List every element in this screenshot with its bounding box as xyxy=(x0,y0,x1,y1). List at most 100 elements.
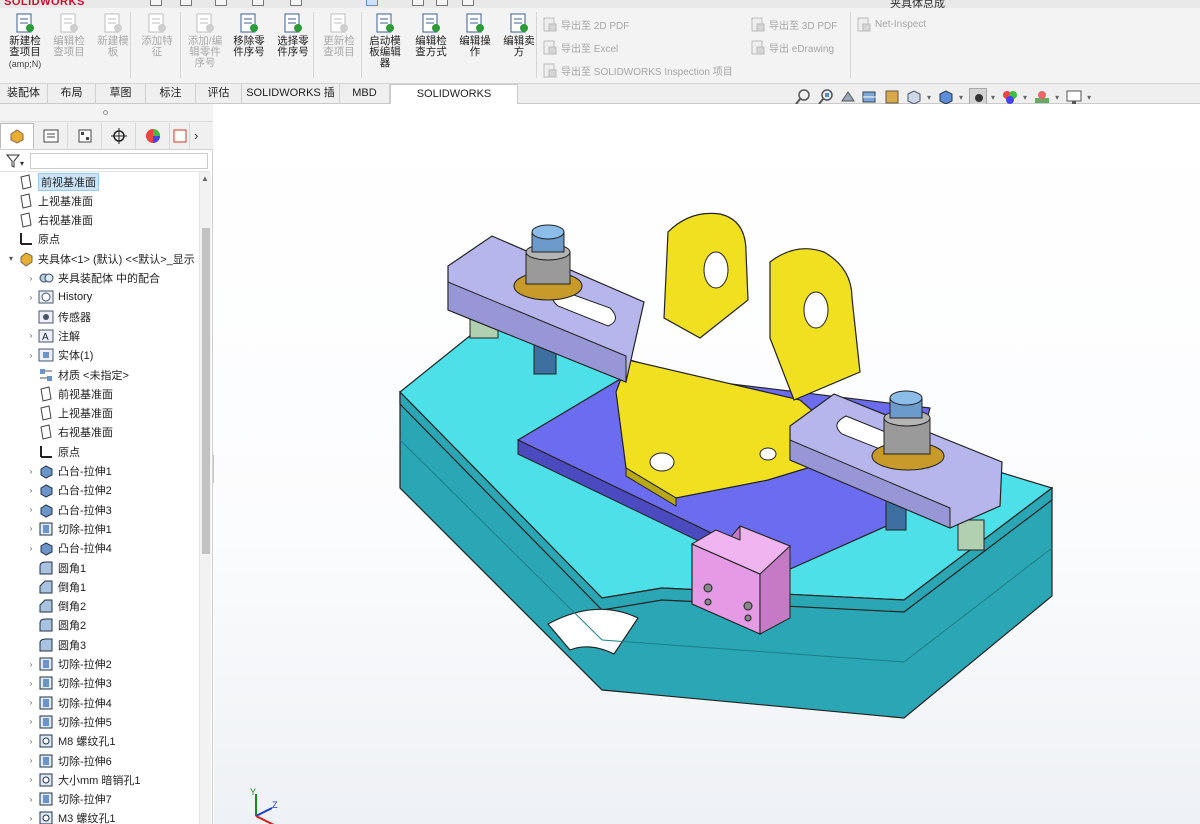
expand-arrow-icon[interactable]: › xyxy=(26,717,36,726)
tree-node[interactable]: › History xyxy=(26,288,92,307)
filter-funnel-icon[interactable]: ▾ xyxy=(5,153,26,172)
export-item-2[interactable]: 导出至 Excel xyxy=(542,40,618,55)
ribbon-button-11[interactable]: 编辑操作 xyxy=(454,8,496,58)
new-doc-icon[interactable] xyxy=(150,0,162,6)
print-icon[interactable] xyxy=(252,0,264,6)
tree-node[interactable]: › 切除-拉伸5 xyxy=(26,712,112,731)
expand-arrow-icon[interactable]: › xyxy=(26,274,36,283)
tab-1[interactable]: 装配体 xyxy=(0,84,48,103)
more-tabs-chevron-icon[interactable]: › xyxy=(194,128,198,143)
export-item-4[interactable]: 导出至 3D PDF xyxy=(750,17,837,32)
display-manager-tab[interactable] xyxy=(136,122,170,149)
tree-node[interactable]: › 凸台-拉伸4 xyxy=(26,539,112,558)
tab-2[interactable]: 布局 xyxy=(48,84,96,103)
undo-icon[interactable] xyxy=(290,0,302,6)
collapse-arrow-icon[interactable]: ▾ xyxy=(6,254,16,263)
ribbon-button-10[interactable]: 编辑检 查方式 xyxy=(410,8,452,58)
ribbon-button-4[interactable]: 添加特征 xyxy=(136,8,178,58)
tree-filter-input[interactable] xyxy=(30,153,208,169)
expand-arrow-icon[interactable]: › xyxy=(26,660,36,669)
tab-7[interactable]: MBD xyxy=(340,84,390,103)
select-pointer-icon[interactable] xyxy=(366,0,378,6)
graphics-area[interactable]: Y Z xyxy=(214,104,1200,824)
export-item-5[interactable]: 导出 eDrawing xyxy=(750,40,834,55)
expand-arrow-icon[interactable]: › xyxy=(26,814,36,823)
tree-node[interactable]: › M8 螺纹孔1 xyxy=(26,732,115,751)
rebuild-icon[interactable] xyxy=(412,0,424,6)
tree-node[interactable]: › 切除-拉伸2 xyxy=(26,655,112,674)
expand-arrow-icon[interactable]: › xyxy=(26,544,36,553)
expand-arrow-icon[interactable]: › xyxy=(26,467,36,476)
dimxpert-manager-tab[interactable] xyxy=(102,122,136,149)
tree-node[interactable]: 材质 <未指定> xyxy=(26,365,129,384)
ribbon-button-8[interactable]: 更新检 查项目 xyxy=(318,8,360,58)
expand-arrow-icon[interactable]: › xyxy=(26,331,36,340)
ribbon-button-12[interactable]: 编辑卖方 xyxy=(498,8,540,58)
ribbon-button-5[interactable]: 添加/编 辑零件 序号 xyxy=(184,8,226,69)
expand-arrow-icon[interactable]: › xyxy=(26,698,36,707)
tree-node[interactable]: › 凸台-拉伸2 xyxy=(26,481,112,500)
tree-node[interactable]: 倒角2 xyxy=(26,597,86,616)
tree-node[interactable]: 传感器 xyxy=(26,307,91,326)
tree-node[interactable]: › 切除-拉伸6 xyxy=(26,751,112,770)
ribbon-button-6[interactable]: 移除零 件序号 xyxy=(228,8,270,58)
expand-arrow-icon[interactable]: › xyxy=(26,756,36,765)
ribbon-button-2[interactable]: 编辑检 查项目 xyxy=(48,8,90,58)
tab-3[interactable]: 草图 xyxy=(96,84,146,103)
tree-node[interactable]: › 大小mm 暗销孔1 xyxy=(26,770,141,789)
expand-arrow-icon[interactable]: › xyxy=(26,679,36,688)
tree-node[interactable]: › 切除-拉伸4 xyxy=(26,693,112,712)
panel-grip[interactable] xyxy=(0,104,213,122)
tree-node[interactable]: 上视基准面 xyxy=(26,404,113,423)
save-icon[interactable] xyxy=(215,0,227,6)
tree-node[interactable]: 右视基准面 xyxy=(26,423,113,442)
expand-arrow-icon[interactable]: › xyxy=(26,737,36,746)
tree-node[interactable]: 前视基准面 xyxy=(26,384,113,403)
tree-node[interactable]: 圆角2 xyxy=(26,616,86,635)
tab-4[interactable]: 标注 xyxy=(146,84,196,103)
tree-node[interactable]: 圆角3 xyxy=(26,635,86,654)
configuration-manager-tab[interactable] xyxy=(68,122,102,149)
export-item-1[interactable]: 导出至 2D PDF xyxy=(542,17,629,32)
tree-node[interactable]: › 凸台-拉伸3 xyxy=(26,500,112,519)
tree-node[interactable]: › 凸台-拉伸1 xyxy=(26,462,112,481)
tree-node[interactable]: › 切除-拉伸1 xyxy=(26,519,112,538)
export-item-3[interactable]: 导出至 SOLIDWORKS Inspection 项目 xyxy=(542,63,733,78)
tree-node[interactable]: 前视基准面 xyxy=(6,172,99,191)
file-properties-icon[interactable] xyxy=(436,0,448,6)
tree-node[interactable]: ▾ 夹具体<1> (默认) <<默认>_显示 xyxy=(6,249,195,268)
expand-arrow-icon[interactable]: › xyxy=(26,486,36,495)
tree-node[interactable]: 原点 xyxy=(6,230,60,249)
tree-node[interactable]: › M3 螺纹孔1 xyxy=(26,809,115,824)
tab-5[interactable]: 评估 xyxy=(196,84,242,103)
tree-node[interactable]: 上视基准面 xyxy=(6,191,93,210)
tree-node[interactable]: 右视基准面 xyxy=(6,211,93,230)
ribbon-button-3[interactable]: 新建模板 xyxy=(92,8,134,58)
fixture-assembly-model[interactable] xyxy=(214,104,1200,824)
scroll-up-arrow-icon[interactable]: ▲ xyxy=(201,174,209,183)
tree-node[interactable]: 圆角1 xyxy=(26,558,86,577)
ribbon-button-1[interactable]: 新建检 查项目 (amp;N) xyxy=(4,8,46,70)
tree-node[interactable]: › A 注解 xyxy=(26,326,80,345)
tree-node[interactable]: › 切除-拉伸7 xyxy=(26,790,112,809)
tree-node[interactable]: 原点 xyxy=(26,442,80,461)
options-gear-icon[interactable] xyxy=(462,0,474,6)
expand-arrow-icon[interactable]: › xyxy=(26,775,36,784)
tab-6[interactable]: SOLIDWORKS 插件 xyxy=(242,84,340,118)
inspection-tab[interactable] xyxy=(170,122,190,149)
feature-manager-tab[interactable] xyxy=(0,122,34,149)
ribbon-button-7[interactable]: 选择零 件序号 xyxy=(272,8,314,58)
expand-arrow-icon[interactable]: › xyxy=(26,505,36,514)
expand-arrow-icon[interactable]: › xyxy=(26,351,36,360)
scrollbar-thumb[interactable] xyxy=(202,228,210,554)
expand-arrow-icon[interactable]: › xyxy=(26,524,36,533)
ribbon-button-9[interactable]: 启动模 板编辑器 xyxy=(364,8,406,69)
open-doc-icon[interactable] xyxy=(180,0,192,6)
tree-node[interactable]: 倒角1 xyxy=(26,577,86,596)
tree-node[interactable]: › 夹具装配体 中的配合 xyxy=(26,269,160,288)
tab-8[interactable]: SOLIDWORKS Inspection xyxy=(390,84,518,119)
tree-node[interactable]: › 切除-拉伸3 xyxy=(26,674,112,693)
property-manager-tab[interactable] xyxy=(34,122,68,149)
tree-scrollbar[interactable]: ▲ xyxy=(199,172,211,824)
expand-arrow-icon[interactable]: › xyxy=(26,795,36,804)
